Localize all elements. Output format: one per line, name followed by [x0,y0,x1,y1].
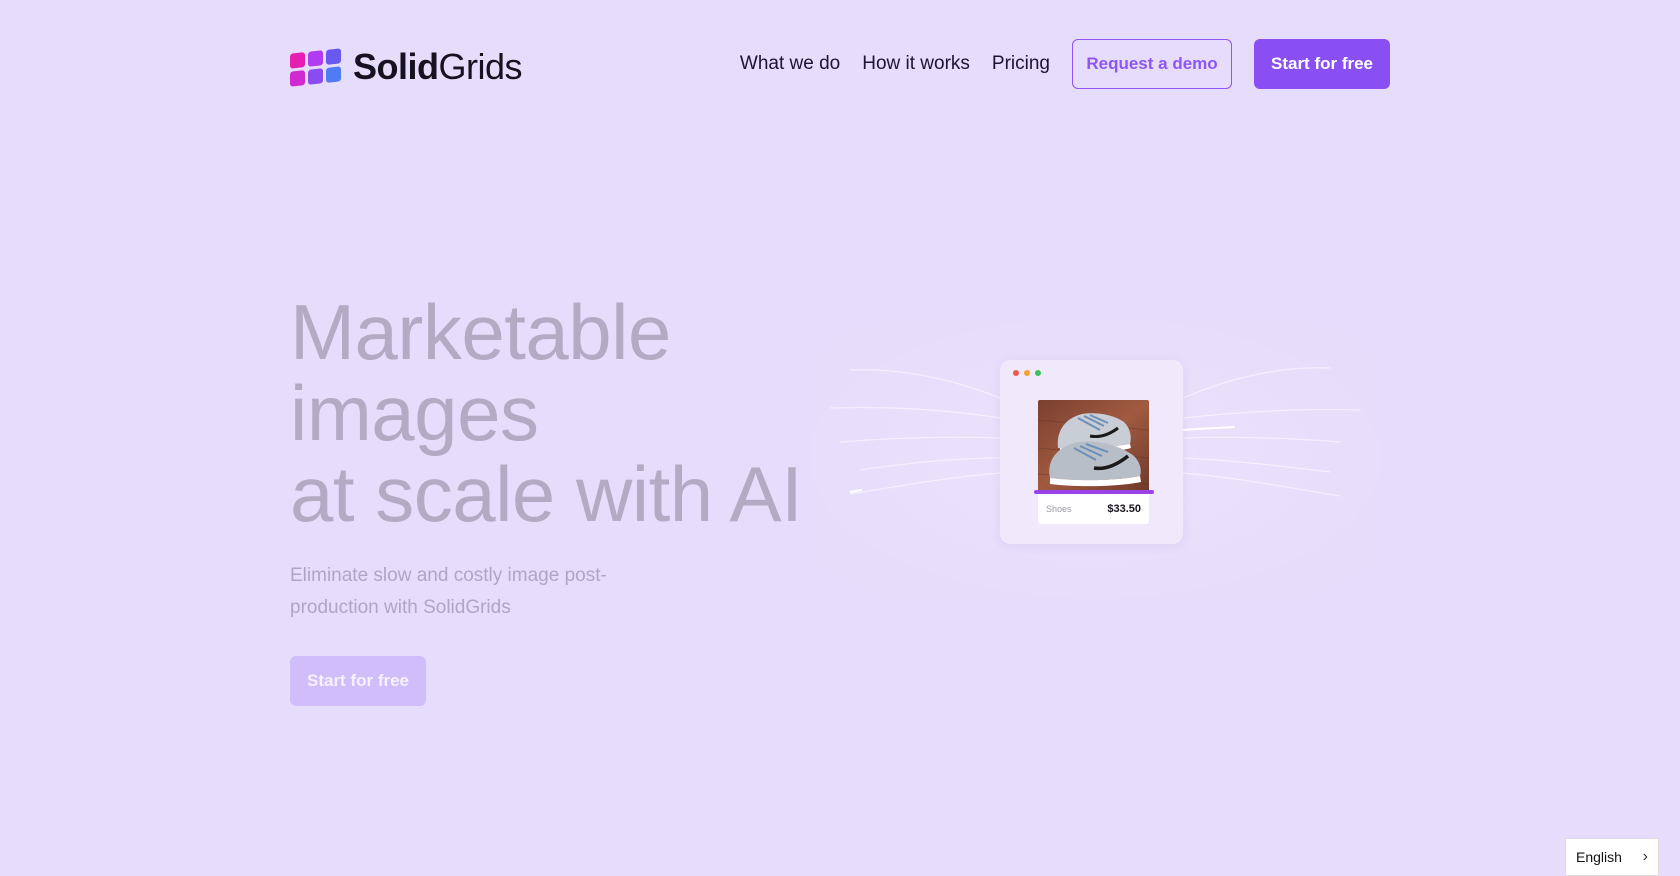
hero-subtitle: Eliminate slow and costly image post-pro… [290,565,607,618]
brand-name-bold: Solid [353,46,439,87]
product-illustration: Shoes $33.50 [810,318,1380,598]
brand-name-light: Grids [438,46,523,87]
nav-pricing[interactable]: Pricing [992,53,1050,75]
window-dot-green [1035,370,1041,376]
hero-title: Marketable images at scale with AI [290,292,803,538]
product-photo [1038,400,1149,490]
logo-tile [308,67,323,85]
logo-grid-icon [290,47,341,87]
language-selector[interactable]: English › [1565,838,1659,876]
start-free-nav-button[interactable]: Start for free [1254,39,1390,89]
request-demo-button[interactable]: Request a demo [1072,39,1232,89]
brand-logo[interactable]: SolidGrids [290,46,523,88]
logo-tile [290,51,305,69]
chevron-right-icon: › [1642,848,1648,865]
brand-name: SolidGrids [353,46,523,88]
product-category: Shoes [1046,504,1072,514]
logo-tile [308,49,323,67]
window-dot-red [1013,370,1019,376]
logo-tile [326,65,341,83]
hero-title-line-1: Marketable [290,288,671,376]
product-price-strip: Shoes $33.50 [1038,494,1149,524]
logo-tile [326,47,341,65]
product-price: $33.50 [1107,503,1141,515]
sneakers-image [1038,400,1149,490]
hero-title-line-2: images [290,369,539,457]
nav-what-we-do[interactable]: What we do [740,53,840,75]
language-value: English [1576,849,1622,865]
logo-tile [290,69,305,87]
product-card: Shoes $33.50 [1000,360,1183,544]
window-dot-yellow [1024,370,1030,376]
nav-how-it-works[interactable]: How it works [862,53,970,75]
window-dots [1013,370,1041,376]
start-free-hero-button[interactable]: Start for free [290,656,426,706]
main-nav: What we do How it works Pricing Request … [740,39,1390,89]
hero-title-line-3: at scale with AI [290,450,803,538]
